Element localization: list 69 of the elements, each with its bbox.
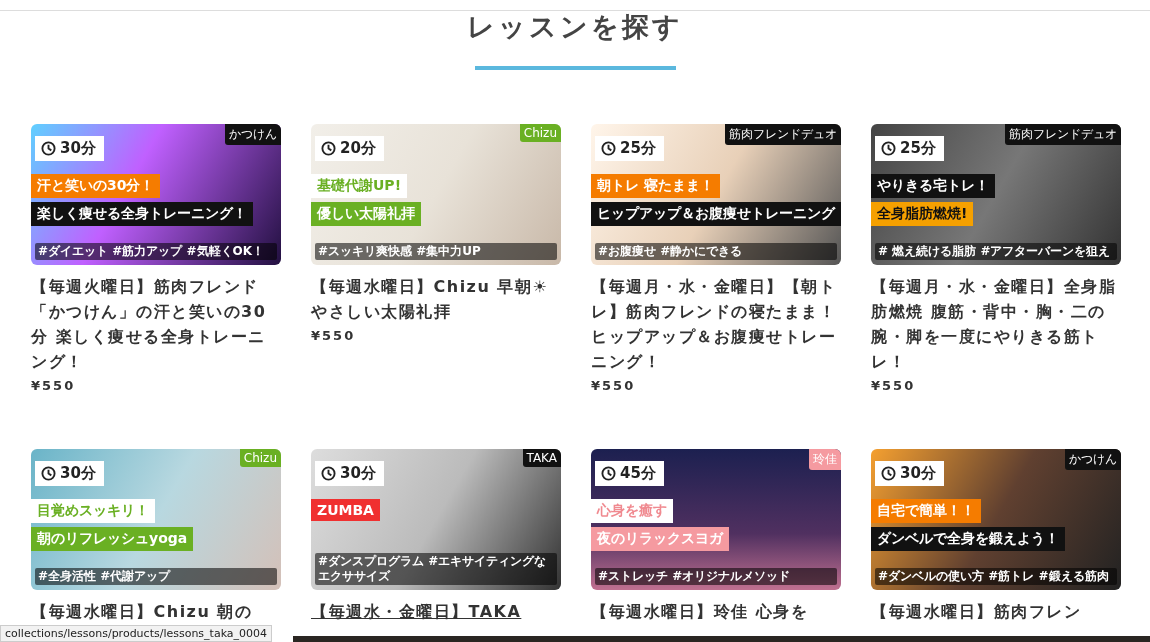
duration-text: 30分 bbox=[900, 464, 936, 483]
thumbnail-headline: 全身脂肪燃焼! bbox=[871, 202, 974, 226]
lesson-thumbnail[interactable]: 45分 玲佳 心身を癒す 夜のリラックスヨガ #ストレッチ #オリジナルメソッド bbox=[591, 449, 841, 590]
clock-icon bbox=[41, 141, 56, 156]
clock-icon bbox=[881, 141, 896, 156]
clock-icon bbox=[41, 466, 56, 481]
hashtags: #ダンベルの使い方 #筋トレ #鍛える筋肉 bbox=[875, 568, 1117, 585]
lesson-price: ¥550 bbox=[871, 378, 917, 393]
url-tooltip: collections/lessons/products/lessons_taka_0004 bbox=[0, 625, 273, 642]
instructor-tag: Chizu bbox=[519, 124, 561, 142]
lesson-price: ¥550 bbox=[591, 378, 637, 393]
lesson-title-link[interactable]: 【毎週水・金曜日】TAKA bbox=[311, 599, 561, 624]
clock-icon bbox=[601, 466, 616, 481]
instructor-tag: Chizu bbox=[239, 449, 281, 467]
hashtags: #スッキリ爽快感 #集中力UP bbox=[315, 243, 557, 260]
lesson-thumbnail[interactable]: 30分 TAKA ZUMBA #ダンスプログラム #エキサイティングなエクササイズ bbox=[311, 449, 561, 590]
clock-icon bbox=[601, 141, 616, 156]
clock-icon bbox=[321, 141, 336, 156]
lesson-thumbnail[interactable]: 30分 かつけん 自宅で簡単！！ ダンベルで全身を鍛えよう！ #ダンベルの使い方 #筋トレ #鍛える筋肉 bbox=[871, 449, 1121, 590]
lesson-title-link[interactable]: 【毎週月・水・金曜日】【朝トレ】筋肉フレンドの寝たまま！ヒップアップ＆お腹痩せトレーニング！ bbox=[591, 274, 841, 374]
lesson-title-link[interactable]: 【毎週水曜日】玲佳 心身を bbox=[591, 599, 841, 624]
lesson-title-link[interactable]: 【毎週水曜日】筋肉フレン bbox=[871, 599, 1121, 624]
hashtags: #ダンスプログラム #エキサイティングなエクササイズ bbox=[315, 553, 557, 585]
lesson-price: ¥550 bbox=[31, 378, 77, 393]
thumbnail-headline: 目覚めスッキリ！ bbox=[31, 499, 155, 523]
lesson-title-link[interactable]: 【毎週月・水・金曜日】全身脂肪燃焼 腹筋・背中・胸・二の腕・脚を一度にやりきる筋トレ！ bbox=[871, 274, 1121, 374]
instructor-tag: 筋肉フレンドデュオ bbox=[1005, 124, 1121, 145]
section-heading: レッスンを探す bbox=[467, 11, 683, 43]
lesson-thumbnail[interactable]: 30分 かつけん 汗と笑いの30分！ 楽しく痩せる全身トレーニング！ #ダイエット #筋力アップ #気軽くOK！ bbox=[31, 124, 281, 265]
hashtags: # 燃え続ける脂肪 #アフターバーンを狙え bbox=[875, 243, 1117, 260]
thumbnail-headline: 楽しく痩せる全身トレーニング！ bbox=[31, 202, 253, 226]
thumbnail-headline: 朝トレ 寝たまま！ bbox=[591, 174, 720, 198]
thumbnail-headline: 優しい太陽礼拝 bbox=[311, 202, 421, 226]
thumbnail-headline: 汗と笑いの30分！ bbox=[31, 174, 161, 198]
lesson-title-link[interactable]: 【毎週水曜日】Chizu 朝の bbox=[31, 599, 281, 624]
instructor-tag: かつけん bbox=[225, 124, 281, 145]
instructor-tag: TAKA bbox=[522, 449, 561, 467]
clock-icon bbox=[881, 466, 896, 481]
duration-text: 20分 bbox=[340, 139, 376, 158]
lesson-title-link[interactable]: 【毎週水曜日】Chizu 早朝☀やさしい太陽礼拝 bbox=[311, 274, 561, 324]
duration-text: 30分 bbox=[60, 464, 96, 483]
instructor-tag: かつけん bbox=[1065, 449, 1121, 470]
duration-text: 25分 bbox=[900, 139, 936, 158]
hashtags: #ダイエット #筋力アップ #気軽くOK！ bbox=[35, 243, 277, 260]
hashtags: #全身活性 #代謝アップ bbox=[35, 568, 277, 585]
lesson-thumbnail[interactable]: 30分 Chizu 目覚めスッキリ！ 朝のリフレッシュyoga #全身活性 #代謝アップ bbox=[31, 449, 281, 590]
thumbnail-headline: 朝のリフレッシュyoga bbox=[31, 527, 194, 551]
thumbnail-headline: 夜のリラックスヨガ bbox=[591, 527, 729, 551]
lesson-title-link[interactable]: 【毎週火曜日】筋肉フレンド「かつけん」の汗と笑いの30分 楽しく痩せる全身トレーニング！ bbox=[31, 274, 281, 374]
thumbnail-headline: ダンベルで全身を鍛えよう！ bbox=[871, 527, 1065, 551]
thumbnail-headline: 心身を癒す bbox=[591, 499, 673, 523]
instructor-tag: 玲佳 bbox=[809, 449, 841, 470]
duration-text: 45分 bbox=[620, 464, 656, 483]
duration-text: 30分 bbox=[60, 139, 96, 158]
instructor-tag: 筋肉フレンドデュオ bbox=[725, 124, 841, 145]
thumbnail-headline: ヒップアップ＆お腹痩せトレーニング bbox=[591, 202, 841, 226]
thumbnail-headline: 基礎代謝UP! bbox=[311, 174, 407, 198]
lesson-thumbnail[interactable]: 25分 筋肉フレンドデュオ 朝トレ 寝たまま！ ヒップアップ＆お腹痩せトレーニング #お腹痩せ #静かにできる bbox=[591, 124, 841, 265]
thumbnail-headline: やりきる宅トレ！ bbox=[871, 174, 995, 198]
clock-icon bbox=[321, 466, 336, 481]
duration-text: 25分 bbox=[620, 139, 656, 158]
thumbnail-headline: ZUMBA bbox=[311, 499, 380, 521]
hashtags: #お腹痩せ #静かにできる bbox=[595, 243, 837, 260]
thumbnail-headline: 自宅で簡単！！ bbox=[871, 499, 981, 523]
lesson-thumbnail[interactable]: 25分 筋肉フレンドデュオ やりきる宅トレ！ 全身脂肪燃焼! # 燃え続ける脂肪 #アフターバーンを狙え bbox=[871, 124, 1121, 265]
hashtags: #ストレッチ #オリジナルメソッド bbox=[595, 568, 837, 585]
duration-text: 30分 bbox=[340, 464, 376, 483]
lesson-thumbnail[interactable]: 20分 Chizu 基礎代謝UP! 優しい太陽礼拝 #スッキリ爽快感 #集中力UP bbox=[311, 124, 561, 265]
lesson-price: ¥550 bbox=[311, 328, 357, 343]
